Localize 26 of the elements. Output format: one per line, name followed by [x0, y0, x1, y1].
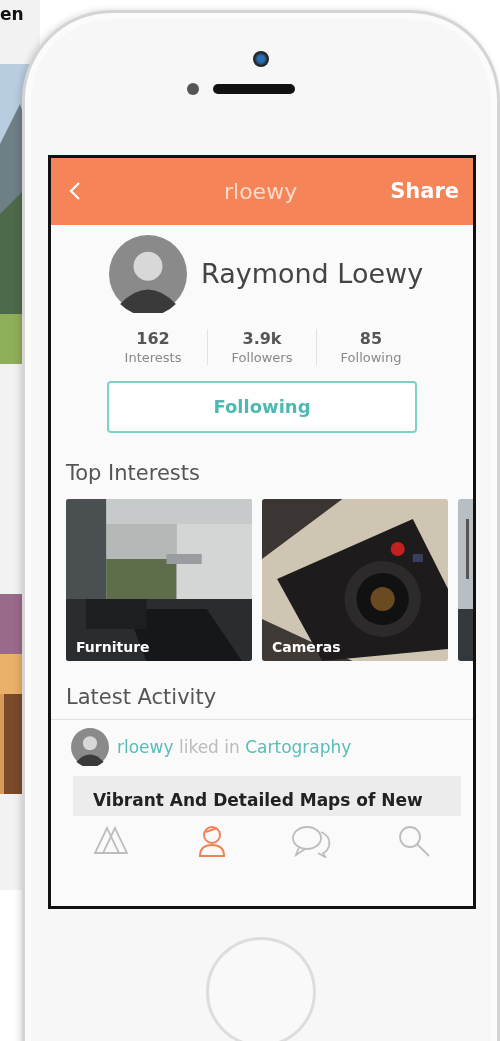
stat-label: Following: [340, 349, 402, 365]
topic-link[interactable]: Cartography: [245, 736, 352, 757]
article-headline[interactable]: Vibrant And Detailed Maps of New: [73, 775, 461, 816]
stat-label: Followers: [231, 349, 293, 365]
card-label: Furniture: [76, 638, 150, 655]
stat-value: 85: [359, 328, 383, 348]
user-link[interactable]: rloewy: [117, 736, 174, 757]
stat-value: 162: [136, 328, 170, 348]
sensor-dot-icon: [187, 83, 199, 95]
camera-lens-icon: [253, 51, 269, 67]
background-text: en: [0, 3, 25, 24]
share-button[interactable]: Share: [390, 179, 459, 204]
activity-text: rloewy liked in Cartography: [117, 736, 352, 757]
card-label: Cameras: [272, 638, 341, 655]
stat-value: 3.9k: [242, 328, 282, 348]
avatar-icon: [109, 234, 187, 313]
section-title: Latest Activity: [66, 684, 218, 709]
interest-card[interactable]: Furniture: [66, 498, 252, 661]
speaker-grille-icon: [213, 84, 295, 94]
interest-card[interactable]: Cameras: [262, 498, 448, 661]
following-button[interactable]: Following: [107, 380, 417, 433]
screen-title: rloewy: [224, 178, 298, 204]
stat-label: Interests: [124, 349, 182, 365]
avatar-icon: [71, 727, 109, 766]
section-title: Top Interests: [66, 460, 201, 485]
profile-name: Raymond Loewy: [201, 258, 424, 290]
